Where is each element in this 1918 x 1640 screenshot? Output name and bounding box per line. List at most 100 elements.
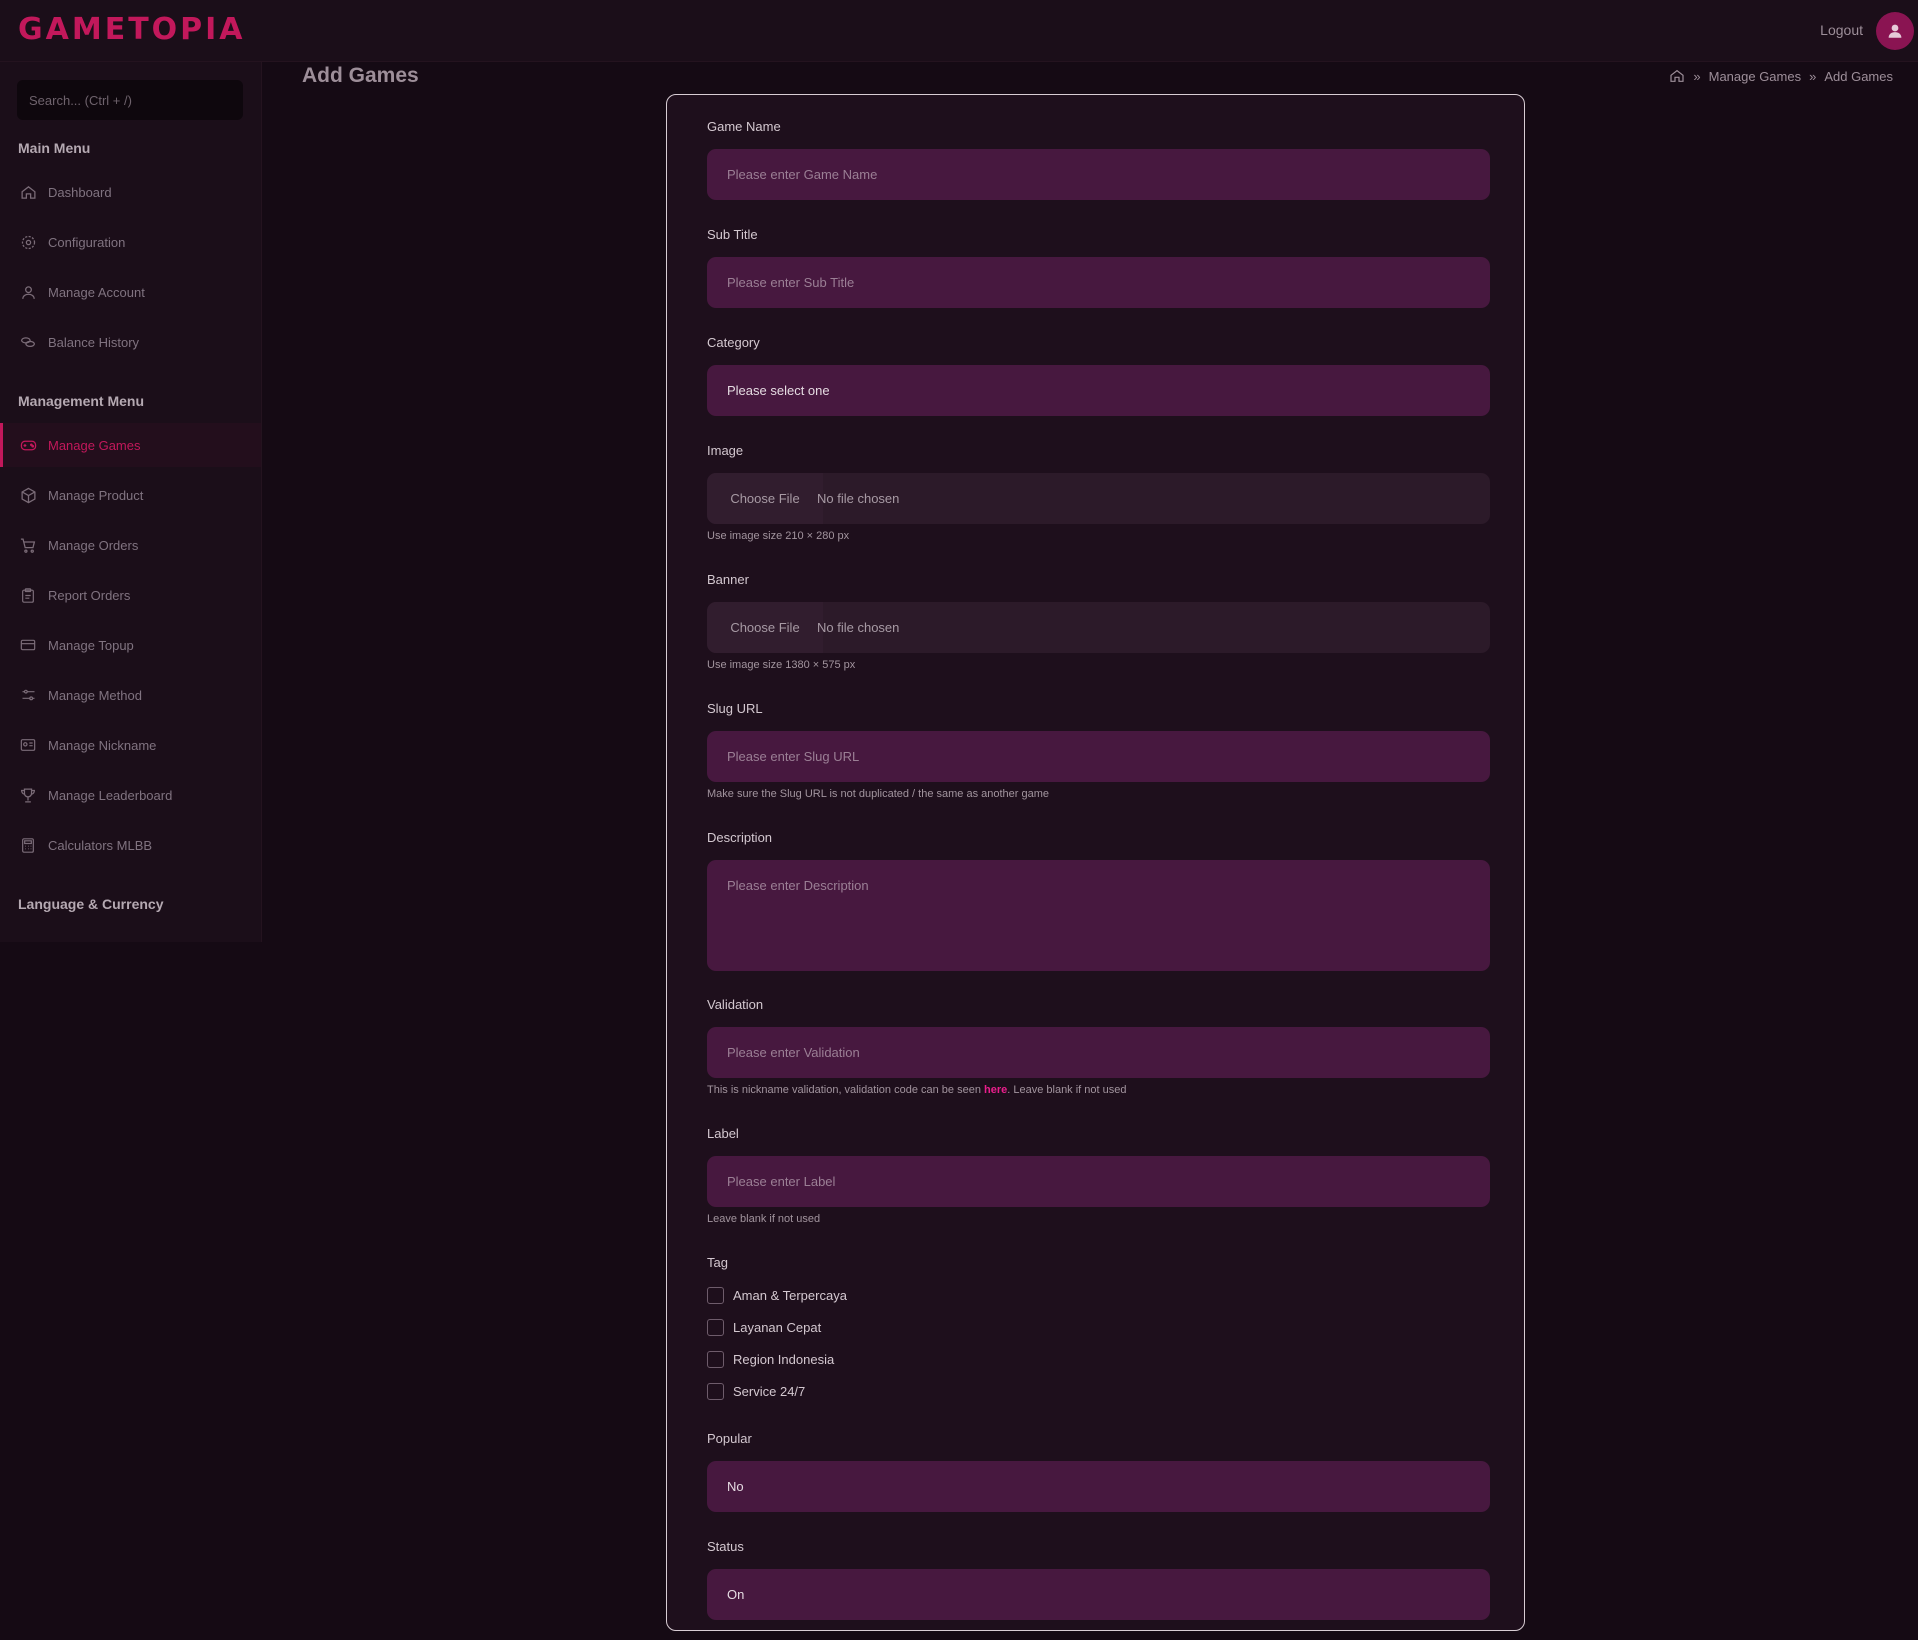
- coins-icon: [18, 332, 38, 352]
- category-label: Category: [707, 335, 760, 350]
- validation-help-tail: . Leave blank if not used: [1007, 1084, 1127, 1096]
- choose-file-button[interactable]: Choose File: [707, 602, 823, 653]
- file-status: No file chosen: [817, 491, 900, 506]
- chevron-double-right-icon: »: [1809, 68, 1817, 84]
- sidebar-item-label: Manage Orders: [48, 537, 139, 553]
- management-menu-heading: Management Menu: [18, 393, 145, 409]
- choose-file-button[interactable]: Choose File: [707, 473, 823, 524]
- sidebar-item-report-orders[interactable]: Report Orders: [0, 573, 261, 617]
- sidebar-item-manage-games[interactable]: Manage Games: [0, 423, 261, 467]
- sidebar-item-manage-account[interactable]: Manage Account: [0, 270, 261, 314]
- breadcrumb: » Manage Games » Add Games: [1669, 68, 1893, 84]
- box-icon: [18, 485, 38, 505]
- breadcrumb-manage-games[interactable]: Manage Games: [1709, 69, 1802, 84]
- image-label: Image: [707, 443, 744, 458]
- popular-select[interactable]: No: [707, 1461, 1490, 1512]
- sidebar-item-label: Report Orders: [48, 587, 131, 603]
- home-icon[interactable]: [1669, 68, 1685, 84]
- gamepad-icon: [18, 435, 38, 455]
- breadcrumb-add-games: Add Games: [1824, 68, 1893, 84]
- tag-label: Tag: [707, 1255, 728, 1270]
- home-icon: [18, 182, 38, 202]
- checkbox-label: Layanan Cepat: [733, 1320, 822, 1335]
- sidebar-item-label: Dashboard: [48, 184, 112, 200]
- status-label: Status: [707, 1539, 744, 1554]
- sidebar-item-balance-history[interactable]: Balance History: [0, 320, 261, 364]
- logout-link[interactable]: Logout: [1820, 22, 1863, 38]
- trophy-icon: [18, 785, 38, 805]
- checkbox-label: Service 24/7: [733, 1384, 806, 1399]
- cart-icon: [18, 535, 38, 555]
- checkbox[interactable]: [707, 1383, 724, 1400]
- status-select[interactable]: On: [707, 1569, 1490, 1620]
- sub-title-input[interactable]: Please enter Sub Title: [707, 257, 1490, 308]
- sidebar-item-label: Manage Games: [48, 437, 141, 453]
- sidebar-item-manage-orders[interactable]: Manage Orders: [0, 523, 261, 567]
- checkbox[interactable]: [707, 1351, 724, 1368]
- sidebar-item-label: Manage Method: [48, 687, 142, 703]
- language-currency-heading: Language & Currency: [18, 896, 164, 912]
- sidebar-item-manage-method[interactable]: Manage Method: [0, 673, 261, 717]
- sidebar-item-label: Manage Nickname: [48, 737, 157, 753]
- validation-help: This is nickname validation, validation …: [707, 1084, 1127, 1096]
- validation-help-link[interactable]: here: [984, 1084, 1007, 1096]
- card-icon: [18, 635, 38, 655]
- sidebar-item-label: Manage Leaderboard: [48, 787, 173, 803]
- game-name-label: Game Name: [707, 119, 781, 134]
- add-game-form: Game Name Please enter Game Name Sub Tit…: [666, 94, 1525, 1631]
- sidebar-item-configuration[interactable]: Configuration: [0, 220, 261, 264]
- tag-checkbox-layanan-cepat[interactable]: Layanan Cepat: [707, 1319, 821, 1336]
- clipboard-icon: [18, 585, 38, 605]
- sidebar-item-label: Manage Topup: [48, 637, 134, 653]
- sidebar-item-label: Manage Product: [48, 487, 144, 503]
- sidebar-item-manage-product[interactable]: Manage Product: [0, 473, 261, 517]
- banner-file-input[interactable]: Choose File No file chosen: [707, 602, 1490, 653]
- game-name-input[interactable]: Please enter Game Name: [707, 149, 1490, 200]
- sidebar-item-manage-nickname[interactable]: Manage Nickname: [0, 723, 261, 767]
- user-icon: [18, 282, 38, 302]
- checkbox[interactable]: [707, 1319, 724, 1336]
- slug-url-input[interactable]: Please enter Slug URL: [707, 731, 1490, 782]
- page-title: Add Games: [302, 64, 419, 87]
- description-textarea[interactable]: Please enter Description: [707, 860, 1490, 971]
- app-logo[interactable]: GAMETOPIA: [18, 12, 246, 47]
- sidebar-item-manage-leaderboard[interactable]: Manage Leaderboard: [0, 773, 261, 817]
- tag-checkbox-aman-terpercaya[interactable]: Aman & Terpercaya: [707, 1287, 847, 1304]
- sidebar-item-manage-topup[interactable]: Manage Topup: [0, 623, 261, 667]
- sidebar-item-label: Manage Account: [48, 284, 145, 300]
- slug-url-help: Make sure the Slug URL is not duplicated…: [707, 788, 1050, 800]
- calculator-icon: [18, 835, 38, 855]
- sub-title-label: Sub Title: [707, 227, 758, 242]
- sidebar-item-dashboard[interactable]: Dashboard: [0, 170, 261, 214]
- sidebar-item-label: Balance History: [48, 334, 140, 350]
- id-card-icon: [18, 735, 38, 755]
- image-file-input[interactable]: Choose File No file chosen: [707, 473, 1490, 524]
- file-status: No file chosen: [817, 620, 900, 635]
- label-help: Leave blank if not used: [707, 1213, 821, 1225]
- avatar[interactable]: [1876, 12, 1914, 50]
- banner-label: Banner: [707, 572, 749, 587]
- label-input[interactable]: Please enter Label: [707, 1156, 1490, 1207]
- sidebar-item-calculators-mlbb[interactable]: Calculators MLBB: [0, 823, 261, 867]
- description-label: Description: [707, 830, 773, 845]
- banner-help: Use image size 1380 × 575 px: [707, 659, 856, 671]
- validation-label: Validation: [707, 997, 764, 1012]
- label-field-label: Label: [707, 1126, 739, 1141]
- chevron-double-right-icon: »: [1693, 68, 1701, 84]
- search-input[interactable]: [17, 80, 243, 120]
- sliders-icon: [18, 685, 38, 705]
- sidebar-item-label: Configuration: [48, 234, 126, 250]
- tag-checkbox-service-24-7[interactable]: Service 24/7: [707, 1383, 805, 1400]
- checkbox-label: Region Indonesia: [733, 1352, 835, 1367]
- popular-label: Popular: [707, 1431, 752, 1446]
- gear-icon: [18, 232, 38, 252]
- validation-help-text: This is nickname validation, validation …: [707, 1084, 984, 1096]
- sidebar: Main Menu Dashboard Configuration Manage…: [0, 62, 262, 942]
- main-menu-heading: Main Menu: [18, 140, 91, 156]
- validation-input[interactable]: Please enter Validation: [707, 1027, 1490, 1078]
- category-select[interactable]: Please select one: [707, 365, 1490, 416]
- user-avatar-icon: [1888, 24, 1902, 38]
- sidebar-item-label: Calculators MLBB: [48, 837, 153, 853]
- tag-checkbox-region-indonesia[interactable]: Region Indonesia: [707, 1351, 834, 1368]
- checkbox[interactable]: [707, 1287, 724, 1304]
